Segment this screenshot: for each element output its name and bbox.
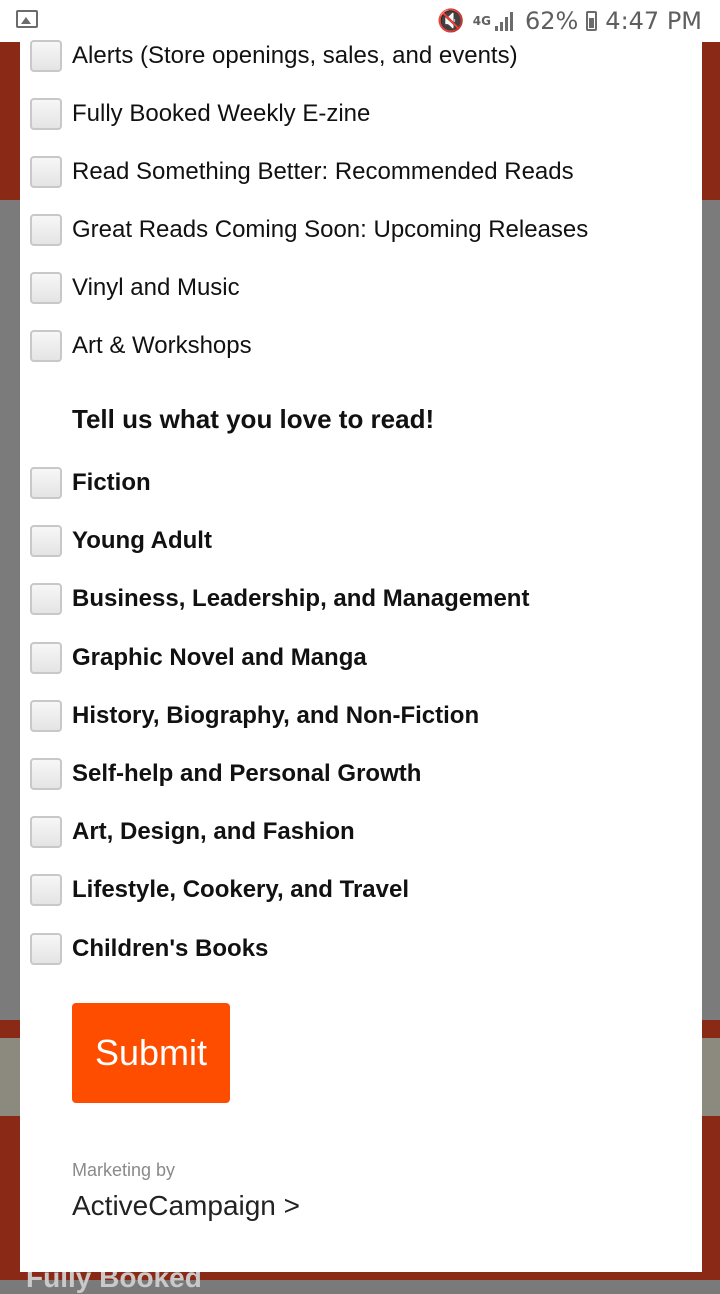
network-type: 4G [472, 14, 491, 28]
subscription-item[interactable]: Vinyl and Music [30, 272, 240, 304]
subscription-checkbox[interactable] [30, 40, 62, 72]
subscription-checkbox[interactable] [30, 156, 62, 188]
genres-heading: Tell us what you love to read! [72, 404, 435, 434]
battery-icon [586, 11, 598, 31]
subscription-checkbox[interactable] [30, 214, 62, 246]
genre-label: Business, Leadership, and Management [72, 585, 530, 613]
genre-checkbox[interactable] [30, 583, 62, 616]
subscription-item[interactable]: Art & Workshops [30, 330, 252, 362]
subscription-label: Art & Workshops [72, 332, 252, 359]
subscription-label: Great Reads Coming Soon: Upcoming Releas… [72, 216, 589, 243]
subscription-item[interactable]: Alerts (Store openings, sales, and event… [30, 40, 518, 72]
genre-item[interactable]: Young Adult [30, 525, 212, 558]
genre-label: Children's Books [72, 934, 269, 962]
signal-icon [494, 11, 517, 31]
marketing-by-label: Marketing by [72, 1160, 176, 1180]
genre-checkbox[interactable] [30, 641, 62, 674]
genre-item[interactable]: Graphic Novel and Manga [30, 641, 367, 674]
signup-modal: Alerts (Store openings, sales, and event… [20, 40, 702, 1272]
subscription-label: Read Something Better: Recommended Reads [72, 158, 574, 185]
genre-label: Fiction [72, 469, 151, 496]
mute-icon: 🔇 [437, 8, 465, 34]
gallery-icon [16, 10, 38, 28]
genre-label: Art, Design, and Fashion [72, 818, 355, 846]
genre-item[interactable]: Lifestyle, Cookery, and Travel [30, 874, 410, 907]
genre-item[interactable]: Children's Books [30, 932, 269, 965]
subscription-label: Alerts (Store openings, sales, and event… [72, 42, 518, 69]
genre-checkbox[interactable] [30, 874, 62, 907]
genre-checkbox[interactable] [30, 932, 62, 965]
subscription-item[interactable]: Read Something Better: Recommended Reads [30, 156, 574, 188]
subscription-checkbox[interactable] [30, 272, 62, 304]
genre-label: Self-help and Personal Growth [72, 760, 422, 787]
genre-checkbox[interactable] [30, 699, 62, 732]
genre-label: Lifestyle, Cookery, and Travel [72, 876, 410, 904]
status-right: 🔇 4G 62% 4:47 PM [437, 6, 702, 36]
subscription-checkbox[interactable] [30, 98, 62, 130]
subscription-item[interactable]: Fully Booked Weekly E-zine [30, 98, 370, 130]
status-bar: 🔇 4G 62% 4:47 PM [0, 0, 720, 42]
battery-percent: 62% [524, 7, 579, 35]
genre-checkbox[interactable] [30, 467, 62, 499]
genre-item[interactable]: Fiction [30, 467, 151, 499]
genre-label: Graphic Novel and Manga [72, 643, 367, 671]
genre-item[interactable]: Business, Leadership, and Management [30, 583, 530, 616]
subscription-label: Fully Booked Weekly E-zine [72, 100, 371, 127]
genre-item[interactable]: History, Biography, and Non-Fiction [30, 699, 480, 732]
activecampaign-link[interactable]: ActiveCampaign > [72, 1190, 300, 1222]
clock: 4:47 PM [605, 7, 702, 35]
subscription-checkbox[interactable] [30, 330, 62, 362]
genre-checkbox[interactable] [30, 525, 62, 558]
genre-item[interactable]: Art, Design, and Fashion [30, 816, 355, 849]
subscription-item[interactable]: Great Reads Coming Soon: Upcoming Releas… [30, 214, 588, 246]
genre-checkbox[interactable] [30, 816, 62, 849]
subscription-label: Vinyl and Music [72, 274, 240, 301]
genre-item[interactable]: Self-help and Personal Growth [30, 758, 421, 790]
genre-label: History, Biography, and Non-Fiction [72, 701, 480, 729]
genre-checkbox[interactable] [30, 758, 62, 790]
genre-label: Young Adult [72, 527, 212, 555]
submit-button[interactable]: Submit [72, 1003, 230, 1103]
